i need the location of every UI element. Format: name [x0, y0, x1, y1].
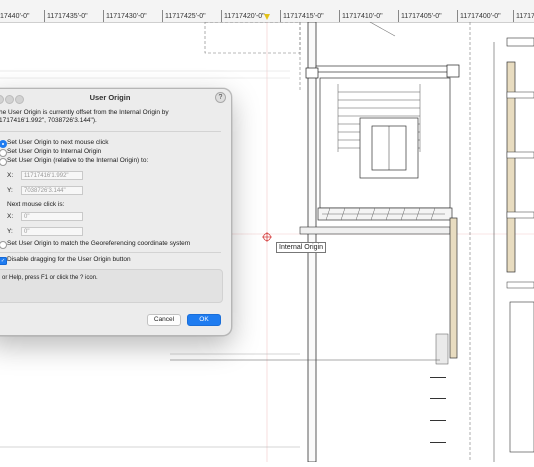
next-click-x-field[interactable]: 0" — [21, 212, 83, 221]
ruler-label: 11717425'-0" — [165, 13, 206, 20]
y2-label: Y: — [7, 228, 13, 235]
help-text-box: or Help, press F1 or click the ? icon. — [0, 269, 223, 303]
radio-relative-label[interactable]: Set User Origin (relative to the Interna… — [7, 157, 148, 165]
ruler-tick — [221, 10, 222, 22]
radio-internal-origin-label[interactable]: Set User Origin to Internal Origin — [7, 148, 101, 156]
ruler-tick — [339, 10, 340, 22]
ruler-tick — [513, 10, 514, 22]
y-label: Y: — [7, 187, 13, 194]
ruler-label: 11717415'-0" — [283, 13, 324, 20]
disable-drag-label[interactable]: Disable dragging for the User Origin but… — [7, 256, 131, 264]
cancel-button[interactable]: Cancel — [147, 314, 181, 326]
x-coordinate-field[interactable]: 11717416'1.992" — [21, 171, 83, 180]
help-text: or Help, press F1 or click the ? icon. — [2, 275, 98, 281]
ruler-tick — [162, 10, 163, 22]
radio-georef[interactable] — [0, 241, 7, 249]
internal-origin-label: Internal Origin — [276, 242, 326, 253]
ruler-cursor-marker — [264, 14, 270, 20]
dialog-title: User Origin — [89, 93, 131, 102]
x2-label: X: — [7, 213, 14, 220]
y-coordinate-field[interactable]: 7038726'3.144" — [21, 186, 83, 195]
offset-info-line1: he User Origin is currently offset from … — [0, 109, 169, 116]
radio-georef-label[interactable]: Set User Origin to match the Georeferenc… — [7, 240, 190, 248]
ruler-label: 17440'-0" — [0, 13, 30, 20]
x-label: X: — [7, 172, 14, 179]
ruler-tick — [457, 10, 458, 22]
user-origin-dialog: User Origin ? he User Origin is currentl… — [0, 88, 232, 336]
ruler-tick — [44, 10, 45, 22]
radio-next-click[interactable] — [0, 140, 7, 148]
radio-internal-origin[interactable] — [0, 149, 7, 157]
ruler-label: 11717430'-0" — [106, 13, 147, 20]
offset-info-line2: 1717416'1.992", 7038726'3.144"). — [0, 117, 97, 124]
radio-next-click-label[interactable]: Set User Origin to next mouse click — [7, 139, 109, 147]
separator — [0, 252, 221, 253]
ruler-tick — [103, 10, 104, 22]
dialog-titlebar[interactable]: User Origin ? — [0, 89, 231, 107]
ruler-label: 11717410'-0" — [342, 13, 383, 20]
ruler-label: 11717400'-0" — [460, 13, 501, 20]
horizontal-ruler[interactable]: 17440'-0" 11717435'-0" 11717430'-0" 1171… — [0, 0, 534, 23]
ruler-label: 1171739 — [516, 13, 534, 20]
ruler-tick — [398, 10, 399, 22]
ruler-label: 11717420'-0" — [224, 13, 265, 20]
separator — [0, 131, 221, 132]
next-click-y-field[interactable]: 0" — [21, 227, 83, 236]
next-click-label: Next mouse click is: — [7, 201, 65, 208]
help-icon[interactable]: ? — [215, 92, 226, 103]
ruler-label: 11717435'-0" — [47, 13, 88, 20]
ruler-tick — [280, 10, 281, 22]
ok-button[interactable]: OK — [187, 314, 221, 326]
disable-drag-checkbox[interactable]: ✓ — [0, 257, 7, 265]
ruler-label: 11717405'-0" — [401, 13, 442, 20]
radio-relative[interactable] — [0, 158, 7, 166]
